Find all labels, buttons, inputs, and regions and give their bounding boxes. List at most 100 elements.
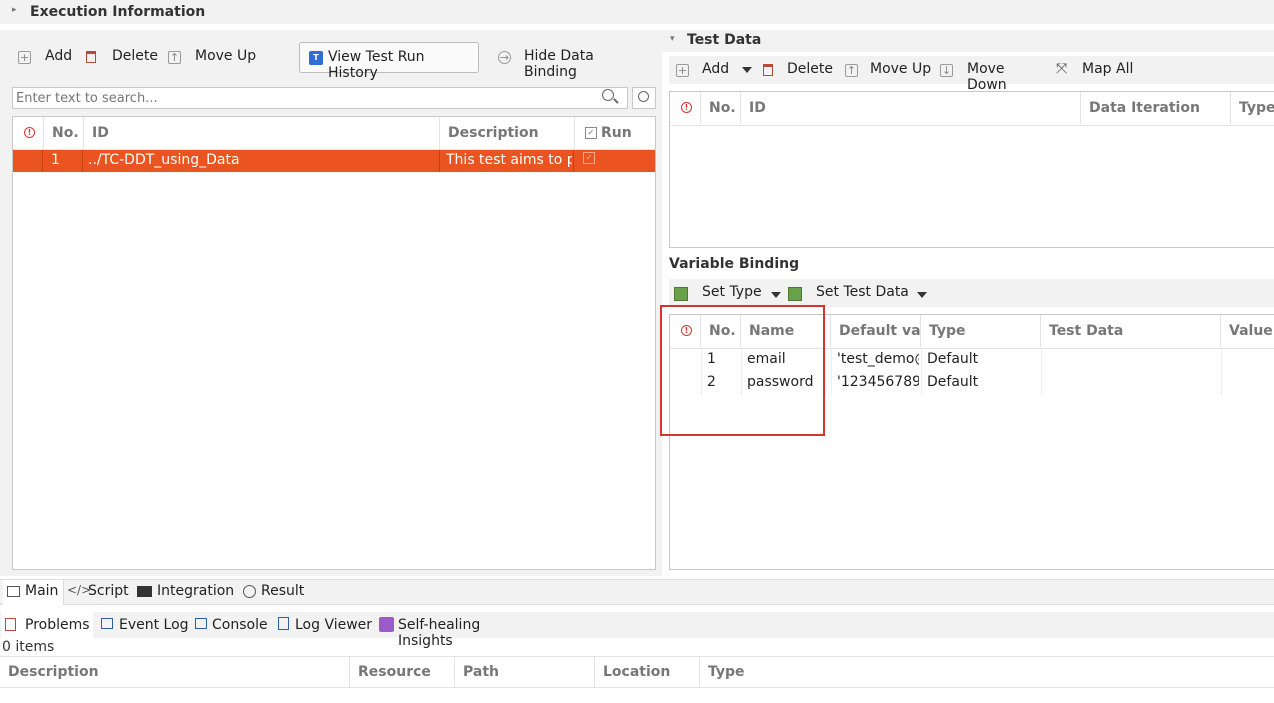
td-delete-button[interactable]: Delete bbox=[761, 58, 835, 82]
tab-console-label: Console bbox=[212, 617, 268, 633]
search-input[interactable] bbox=[12, 87, 628, 109]
header-description[interactable]: Description bbox=[0, 657, 350, 687]
problems-table-header: Description Resource Path Location Type bbox=[0, 656, 1274, 688]
move-up-label: Move Up bbox=[195, 48, 257, 64]
trash-icon bbox=[86, 51, 96, 63]
search-box bbox=[12, 87, 656, 109]
header-data-iteration[interactable]: Data Iteration bbox=[1081, 92, 1231, 124]
search-icon[interactable] bbox=[602, 89, 614, 101]
arrow-up-icon: ↑ bbox=[168, 51, 181, 64]
set-test-data-dropdown-caret-icon[interactable] bbox=[917, 292, 927, 298]
add-dropdown-caret-icon[interactable] bbox=[742, 67, 752, 73]
move-down-label: Move Down bbox=[967, 61, 1007, 93]
left-add-button[interactable]: + Add bbox=[16, 46, 76, 70]
td-move-up-button[interactable]: ↑ Move Up bbox=[843, 58, 935, 82]
header-no[interactable]: No. bbox=[701, 92, 741, 124]
hide-binding-label: Hide Data Binding bbox=[524, 48, 594, 80]
collapse-arrow-icon[interactable]: ▾ bbox=[670, 34, 675, 44]
header-default-value[interactable]: Default value bbox=[831, 315, 921, 347]
set-type-label: Set Type bbox=[702, 284, 762, 300]
integration-icon bbox=[137, 586, 152, 597]
main-icon bbox=[7, 586, 20, 597]
execution-info-title: Execution Information bbox=[30, 4, 206, 20]
header-id[interactable]: ID bbox=[741, 92, 1081, 124]
view-test-run-history-button[interactable]: T View Test Run History bbox=[299, 42, 479, 81]
header-no[interactable]: No. bbox=[44, 117, 84, 149]
header-path[interactable]: Path bbox=[455, 657, 595, 687]
header-type[interactable]: Type bbox=[700, 657, 1274, 687]
run-label: Run bbox=[601, 125, 632, 141]
header-test-data[interactable]: Test Data bbox=[1041, 315, 1221, 347]
row-type: Default bbox=[927, 351, 979, 367]
tab-self-healing-insights[interactable]: Self-healing Insights bbox=[378, 612, 538, 649]
test-data-toolbar: + Add Delete ↑ Move Up ↓ Move Down ⤧ Map… bbox=[669, 56, 1274, 93]
tab-log-viewer-label: Log Viewer bbox=[295, 617, 373, 633]
self-healing-icon bbox=[379, 617, 394, 632]
table-row[interactable]: 1 ../TC-DDT_using_Data This test aims to… bbox=[13, 150, 655, 172]
tab-result[interactable]: Result bbox=[242, 580, 308, 605]
td-move-down-button[interactable]: ↓ Move Down bbox=[938, 58, 1048, 93]
test-data-title: Test Data bbox=[687, 32, 762, 48]
set-test-data-label: Set Test Data bbox=[816, 284, 909, 300]
tab-main-label: Main bbox=[25, 583, 59, 599]
td-map-all-button[interactable]: ⤧ Map All bbox=[1056, 58, 1146, 82]
tab-console[interactable]: Console bbox=[193, 612, 273, 638]
td-add-button[interactable]: + Add bbox=[674, 58, 734, 82]
tab-problems[interactable]: Problems bbox=[1, 612, 93, 638]
arrow-right-icon: → bbox=[498, 51, 511, 64]
header-resource[interactable]: Resource bbox=[350, 657, 455, 687]
variable-binding-title: Variable Binding bbox=[669, 256, 800, 272]
tab-integration[interactable]: Integration bbox=[136, 580, 236, 605]
testops-icon: T bbox=[309, 51, 323, 65]
test-case-table: ! No. ID Description ✓ Run 1 ../TC-DDT_us… bbox=[12, 116, 656, 570]
set-type-button[interactable]: Set Type bbox=[674, 281, 784, 305]
tab-event-log[interactable]: Event Log bbox=[99, 612, 189, 638]
row-no: 1 bbox=[51, 152, 60, 168]
arrow-down-icon: ↓ bbox=[940, 64, 953, 77]
problems-tab-bar: Problems Event Log Console Log Viewer Se… bbox=[0, 612, 1274, 649]
row-default-value: '123456789' bbox=[837, 374, 919, 390]
header-run[interactable]: ✓ Run bbox=[575, 117, 655, 149]
editor-tab-bar: Main </> Script Integration Result bbox=[0, 579, 1274, 605]
problems-count: 0 items bbox=[2, 639, 55, 655]
tab-problems-label: Problems bbox=[25, 617, 90, 633]
hide-data-binding-button[interactable]: → Hide Data Binding bbox=[496, 46, 646, 80]
move-up-label: Move Up bbox=[870, 61, 932, 77]
table-header: ! No. ID Data Iteration Type bbox=[670, 92, 1274, 126]
row-default-value: 'test_demo@ bbox=[837, 351, 919, 367]
tab-log-viewer[interactable]: Log Viewer bbox=[277, 612, 373, 638]
row-id: ../TC-DDT_using_Data bbox=[88, 152, 240, 168]
trash-icon bbox=[763, 64, 773, 76]
highlight-box bbox=[660, 305, 825, 436]
left-move-up-button[interactable]: ↑ Move Up bbox=[166, 46, 258, 70]
header-type[interactable]: Type bbox=[921, 315, 1041, 347]
left-delete-button[interactable]: Delete bbox=[84, 46, 158, 70]
header-type[interactable]: Type bbox=[1231, 92, 1274, 124]
edit-icon bbox=[674, 287, 688, 301]
run-checkbox[interactable]: ✓ bbox=[583, 152, 595, 164]
header-id[interactable]: ID bbox=[84, 117, 440, 149]
header-location[interactable]: Location bbox=[595, 657, 700, 687]
tab-event-log-label: Event Log bbox=[119, 617, 189, 633]
header-value[interactable]: Value bbox=[1221, 315, 1274, 347]
header-description[interactable]: Description bbox=[440, 117, 575, 149]
add-icon: + bbox=[18, 51, 31, 64]
tab-integration-label: Integration bbox=[157, 583, 235, 599]
set-test-data-button[interactable]: Set Test Data bbox=[788, 281, 928, 305]
advanced-search-icon[interactable] bbox=[632, 87, 656, 109]
tab-main[interactable]: Main bbox=[3, 580, 64, 605]
set-type-dropdown-caret-icon[interactable] bbox=[771, 292, 781, 298]
collapse-arrow-icon[interactable]: ▸ bbox=[12, 5, 17, 15]
execution-info-header[interactable]: ▸ Execution Information bbox=[0, 0, 1274, 24]
problems-icon bbox=[5, 618, 16, 631]
variable-binding-toolbar: Set Type Set Test Data bbox=[669, 279, 1274, 307]
row-type: Default bbox=[927, 374, 979, 390]
tab-script[interactable]: </> Script bbox=[66, 580, 132, 605]
row-description: This test aims to perform bbox=[446, 152, 572, 168]
console-icon bbox=[195, 618, 207, 629]
delete-label: Delete bbox=[787, 61, 833, 77]
tab-script-label: Script bbox=[88, 583, 129, 599]
edit-icon bbox=[788, 287, 802, 301]
view-history-label: View Test Run History bbox=[328, 49, 425, 81]
test-data-header[interactable]: ▾ Test Data bbox=[662, 30, 1274, 52]
